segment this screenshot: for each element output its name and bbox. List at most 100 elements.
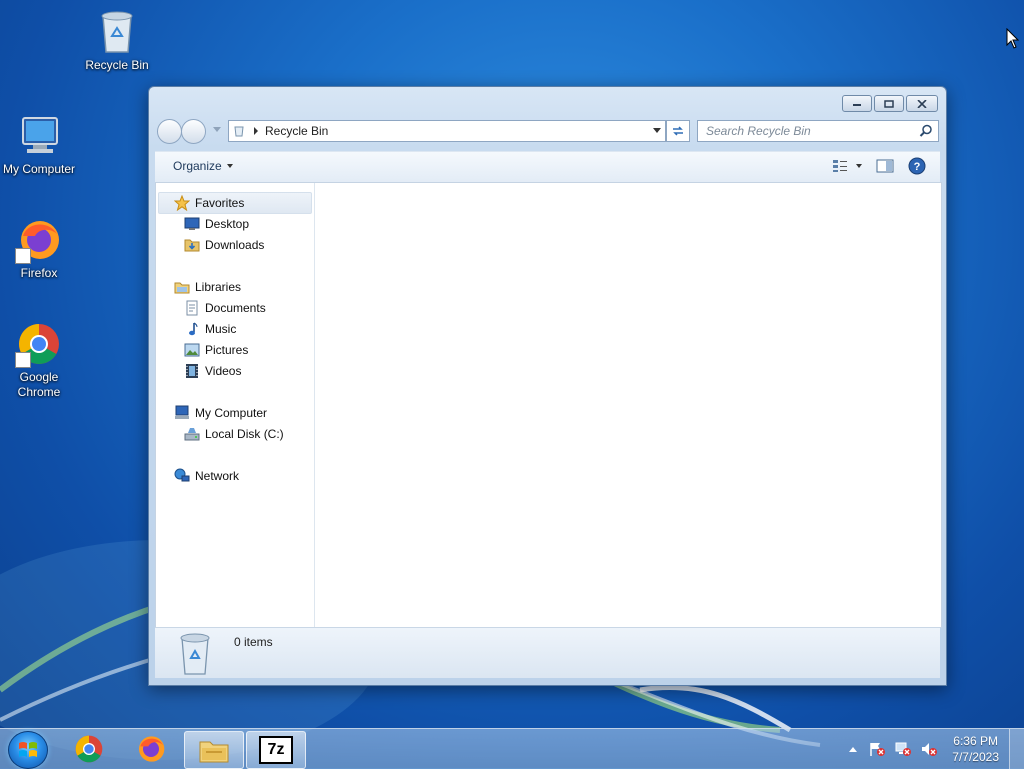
volume-muted-icon[interactable]: [920, 741, 938, 757]
mouse-cursor-icon: [1006, 28, 1020, 49]
sidebar-item-documents[interactable]: Documents: [184, 298, 266, 318]
search-icon[interactable]: [919, 124, 933, 138]
sidebar-item-label: Desktop: [205, 217, 250, 231]
desktop-icon-recycle-bin[interactable]: Recycle Bin: [77, 8, 157, 73]
recent-pages-dropdown[interactable]: [213, 127, 221, 132]
sidebar-item-label: Network: [195, 469, 240, 483]
item-count: 0 items: [234, 635, 273, 649]
taskbar: 7z 6:36 PM 7/7/2023: [0, 728, 1024, 769]
address-dropdown-icon[interactable]: [653, 128, 661, 133]
windows-logo-icon: [19, 742, 37, 757]
desktop-icon: [184, 217, 200, 230]
address-path: Recycle Bin: [265, 124, 329, 138]
action-center-flag-icon[interactable]: [868, 741, 886, 757]
sidebar-item-network[interactable]: Network: [174, 466, 239, 486]
7zip-icon: 7z: [259, 736, 293, 764]
refresh-icon: [673, 126, 683, 136]
sidebar-item-desktop[interactable]: Desktop: [184, 214, 249, 234]
music-icon: [189, 322, 198, 336]
address-bar[interactable]: Recycle Bin: [228, 120, 666, 142]
explorer-icon: [199, 741, 229, 763]
forward-button[interactable]: [181, 119, 206, 144]
sidebar-item-libraries[interactable]: Libraries: [174, 277, 241, 297]
sidebar-item-label: Favorites: [195, 196, 245, 210]
show-desktop-button[interactable]: [1009, 729, 1024, 769]
sidebar-item-label: Videos: [205, 364, 242, 378]
sidebar-item-downloads[interactable]: Downloads: [184, 235, 264, 255]
clock-date: 7/7/2023: [952, 750, 999, 764]
desktop-icon-label: Recycle Bin: [85, 58, 149, 72]
main-pane: Favorites Desktop Downloads Libraries Do…: [155, 182, 942, 628]
minimize-button[interactable]: [842, 95, 872, 112]
documents-icon: [186, 300, 198, 316]
chrome-icon: [75, 735, 103, 763]
preview-pane-icon[interactable]: [876, 159, 894, 173]
search-input[interactable]: Search Recycle Bin: [706, 124, 811, 138]
sidebar-item-music[interactable]: Music: [184, 319, 236, 339]
refresh-button[interactable]: [666, 120, 690, 142]
change-view-button[interactable]: [832, 159, 862, 173]
libraries-icon: [174, 282, 190, 294]
navigation-bar: Recycle Bin Search Recycle Bin: [157, 119, 939, 144]
drive-icon: [184, 428, 200, 441]
7zip-icon-text: 7z: [267, 741, 285, 758]
show-hidden-icons-icon[interactable]: [848, 745, 858, 753]
clock-time: 6:36 PM: [953, 734, 998, 748]
sidebar-item-label: Downloads: [205, 238, 265, 252]
desktop-icon-label: Google Chrome: [17, 370, 61, 399]
taskbar-app-chrome[interactable]: [60, 731, 118, 767]
navigation-pane: Favorites Desktop Downloads Libraries Do…: [156, 183, 315, 627]
system-tray: 6:36 PM 7/7/2023: [848, 729, 1024, 769]
recycle-bin-icon: [180, 633, 210, 675]
star-icon: [174, 195, 190, 211]
back-button[interactable]: [157, 119, 182, 144]
breadcrumb-arrow-icon: [254, 127, 258, 135]
chevron-down-icon: [856, 164, 862, 168]
taskbar-app-firefox[interactable]: [122, 731, 180, 767]
shortcut-arrow-icon: [15, 248, 31, 264]
clock[interactable]: 6:36 PM 7/7/2023: [952, 733, 999, 765]
firefox-icon: [139, 736, 165, 762]
start-button[interactable]: [8, 731, 48, 769]
downloads-icon: [184, 239, 200, 252]
svg-text:?: ?: [914, 161, 921, 173]
view-controls: ?: [832, 157, 926, 175]
network-icon: [174, 468, 190, 482]
pictures-icon: [184, 343, 200, 357]
details-pane: 0 items: [155, 627, 940, 678]
sidebar-item-favorites[interactable]: Favorites: [158, 192, 312, 214]
computer-icon: [175, 405, 189, 419]
taskbar-app-7zip[interactable]: 7z: [246, 731, 306, 769]
shortcut-arrow-icon: [15, 352, 31, 368]
recycle-bin-icon: [234, 126, 244, 137]
command-bar: Organize ?: [155, 151, 940, 182]
search-box[interactable]: Search Recycle Bin: [697, 120, 939, 142]
maximize-button[interactable]: [874, 95, 904, 112]
file-list-area[interactable]: [315, 183, 941, 627]
desktop-icon-label: My Computer: [2, 162, 76, 176]
help-icon[interactable]: ?: [908, 157, 926, 175]
desktop-icon-label: Firefox: [20, 266, 58, 280]
taskbar-app-explorer[interactable]: [184, 731, 244, 769]
sidebar-item-label: Libraries: [195, 280, 242, 294]
computer-icon: [22, 117, 58, 153]
window-controls: [842, 95, 938, 112]
desktop-icon-my-computer[interactable]: My Computer: [0, 112, 79, 177]
sidebar-item-pictures[interactable]: Pictures: [184, 340, 248, 360]
sidebar-item-my-computer[interactable]: My Computer: [174, 403, 267, 423]
sidebar-item-local-disk[interactable]: Local Disk (C:): [184, 424, 284, 444]
sidebar-item-label: My Computer: [195, 406, 268, 420]
network-status-icon[interactable]: [894, 741, 912, 757]
close-icon: [917, 99, 927, 108]
sidebar-item-label: Local Disk (C:): [205, 427, 284, 441]
desktop-icon-firefox[interactable]: Firefox: [0, 216, 79, 281]
sidebar-item-label: Documents: [205, 301, 266, 315]
restore-icon: [884, 99, 894, 108]
sidebar-item-label: Music: [205, 322, 237, 336]
close-button[interactable]: [906, 95, 938, 112]
chevron-down-icon: [226, 164, 233, 168]
organize-button[interactable]: Organize: [173, 159, 233, 173]
desktop-icon-google-chrome[interactable]: Google Chrome: [0, 320, 79, 400]
explorer-window: Recycle Bin Search Recycle Bin Organize: [148, 86, 947, 686]
sidebar-item-videos[interactable]: Videos: [184, 361, 241, 381]
